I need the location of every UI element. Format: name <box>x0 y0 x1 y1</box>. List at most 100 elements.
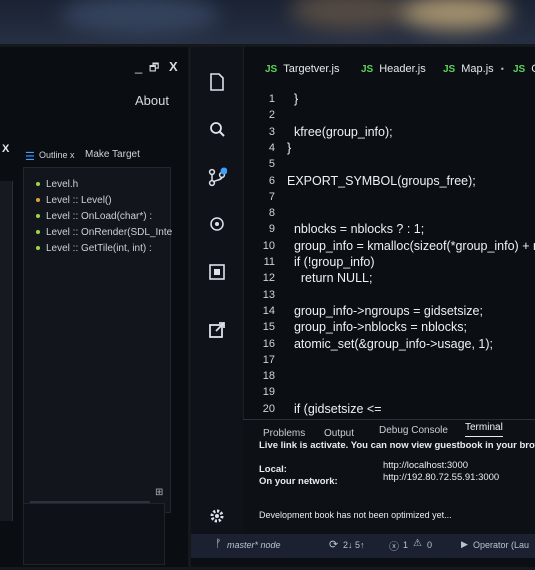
tab-output[interactable]: Output <box>324 428 354 439</box>
outline-item[interactable]: Level :: Level() <box>36 192 170 208</box>
line-number: 11 <box>263 256 275 268</box>
source-control-icon[interactable] <box>206 167 228 189</box>
tab-outline[interactable]: Outline x <box>39 150 75 160</box>
outline-tabbar: ☰ Outline x Make Target <box>23 147 179 167</box>
terminal-dev-message: Development book has not been optimized … <box>259 510 452 520</box>
line-number: 4 <box>268 141 275 154</box>
minimize-button[interactable]: _ <box>135 59 142 74</box>
line-number: 10 <box>262 239 275 252</box>
error-count[interactable]: 1 <box>403 540 408 550</box>
warning-count[interactable]: 0 <box>427 540 432 550</box>
tab-g[interactable]: JSG <box>513 63 535 75</box>
line-number: 15 <box>262 321 275 334</box>
sync-icon: ⟳ <box>329 539 339 551</box>
code-line[interactable]: if (!group_info) <box>287 255 375 269</box>
status-bar: ᚠ master* node ⟳ 2↓ 5↑ ⓧ 1 ⚠ 0 ▶ Operato… <box>191 534 535 558</box>
line-number: 20 <box>262 402 275 415</box>
js-file-icon: JS <box>361 64 374 75</box>
code-line[interactable]: atomic_set(&group_info->usage, 1); <box>287 337 493 351</box>
code-line[interactable]: group_info = kmalloc(sizeof(*group_info)… <box>287 239 535 253</box>
code-line[interactable]: kfree(group_info); <box>287 125 393 139</box>
line-number: 18 <box>262 370 275 383</box>
menu-about[interactable]: About <box>135 93 169 108</box>
close-button[interactable]: X <box>169 59 178 74</box>
branch-status[interactable]: master* node <box>227 540 281 550</box>
bullet-icon <box>36 230 40 234</box>
panel-close-button[interactable]: X <box>2 143 9 155</box>
line-number: 16 <box>262 337 275 350</box>
code-line[interactable]: nblocks = nblocks ? : 1; <box>287 222 424 236</box>
line-number: 17 <box>262 353 275 366</box>
js-file-icon: JS <box>443 64 456 75</box>
line-number: 7 <box>268 190 275 203</box>
code-line[interactable]: } <box>287 141 291 155</box>
line-number: 14 <box>262 304 275 317</box>
js-file-icon: JS <box>513 64 526 75</box>
extensions-icon[interactable] <box>206 263 228 285</box>
outline-item[interactable]: Level :: GetTile(int, int) : <box>36 240 170 256</box>
activity-bar <box>191 47 244 537</box>
code-line[interactable]: group_info->nblocks = nblocks; <box>287 320 467 334</box>
tab-debug-console[interactable]: Debug Console <box>379 425 448 436</box>
operator-status[interactable]: Operator (Lau <box>473 540 529 550</box>
maximize-button[interactable]: 🗗 <box>149 59 159 78</box>
line-number: 3 <box>268 125 275 138</box>
line-number: 19 <box>262 386 275 399</box>
bullet-icon <box>36 182 40 186</box>
left-window-menubar: About <box>0 85 187 115</box>
code-line[interactable]: EXPORT_SYMBOL(groups_free); <box>287 174 476 188</box>
code-line[interactable]: } <box>287 92 298 106</box>
bullet-icon <box>36 214 40 218</box>
background-light <box>290 0 410 30</box>
bullet-icon <box>36 198 40 202</box>
editor-tabbar: JS Targetver.js JS Header.js JS Map.js • JS… <box>243 57 535 83</box>
left-side-panel <box>0 181 13 521</box>
background-light <box>60 0 220 35</box>
tab-map[interactable]: JS Map.js • <box>443 63 504 75</box>
code-line[interactable]: if (gidsetsize <= <box>287 402 382 416</box>
sync-status[interactable]: 2↓ 5↑ <box>343 540 365 550</box>
terminal-network-url[interactable]: http://192.80.72.55.91:3000 <box>383 472 499 483</box>
tab-make-target[interactable]: Make Target <box>85 149 140 160</box>
settings-gear-icon[interactable] <box>206 507 228 529</box>
code-line[interactable]: group_info->ngroups = gidsetsize; <box>287 304 483 318</box>
code-editor[interactable]: 1 } 2 3 kfree(group_info); 4} 5 6 EXPORT_SYMBO… <box>243 87 535 417</box>
terminal-local-label: Local: <box>259 464 287 475</box>
line-number: 6 <box>268 174 275 187</box>
outline-item[interactable]: Level.h <box>36 176 170 192</box>
outline-icon: ☰ <box>25 151 35 163</box>
play-icon: ▶ <box>461 539 468 549</box>
branch-icon: ᚠ <box>215 538 222 550</box>
right-monitor: JS Targetver.js JS Header.js JS Map.js • JS… <box>188 44 535 570</box>
bottom-panel: Problems Output Debug Console Terminal L… <box>243 419 535 538</box>
left-bottom-panel <box>23 503 165 565</box>
debug-icon[interactable] <box>206 215 228 237</box>
line-number: 1 <box>268 93 275 105</box>
terminal-local-url[interactable]: http://localhost:3000 <box>383 460 468 471</box>
line-number: 8 <box>268 207 275 220</box>
search-icon[interactable] <box>206 121 228 143</box>
terminal-network-label: On your network: <box>259 476 338 487</box>
tab-terminal[interactable]: Terminal <box>465 422 503 437</box>
line-number: 12 <box>262 272 275 285</box>
background-light <box>400 0 510 30</box>
tab-targetver[interactable]: JS Targetver.js <box>265 63 339 75</box>
left-window-titlebar: _ 🗗 X <box>0 55 187 79</box>
unsaved-dot-icon: • <box>500 64 504 74</box>
tab-problems[interactable]: Problems <box>263 428 305 439</box>
left-monitor: _ 🗗 X About X ☰ Outline x Make Target Le… <box>0 44 196 570</box>
tab-header[interactable]: JS Header.js <box>361 63 426 75</box>
js-file-icon: JS <box>265 64 278 75</box>
outline-list: Level.h Level :: Level() Level :: OnLoad… <box>24 168 172 256</box>
remote-explorer-icon[interactable] <box>206 321 228 343</box>
terminal-live-link: Live link is activate. You can now view … <box>259 440 535 451</box>
files-icon[interactable] <box>206 73 228 95</box>
line-number: 13 <box>262 288 275 301</box>
grid-icon[interactable]: ⊞ <box>155 487 163 498</box>
warning-icon: ⚠ <box>413 538 422 549</box>
bullet-icon <box>36 246 40 250</box>
outline-item[interactable]: Level :: OnRender(SDL_Inte <box>36 224 172 240</box>
line-number: 9 <box>268 223 275 236</box>
outline-item[interactable]: Level :: OnLoad(char*) : <box>36 208 170 224</box>
code-line[interactable]: return NULL; <box>287 271 373 285</box>
